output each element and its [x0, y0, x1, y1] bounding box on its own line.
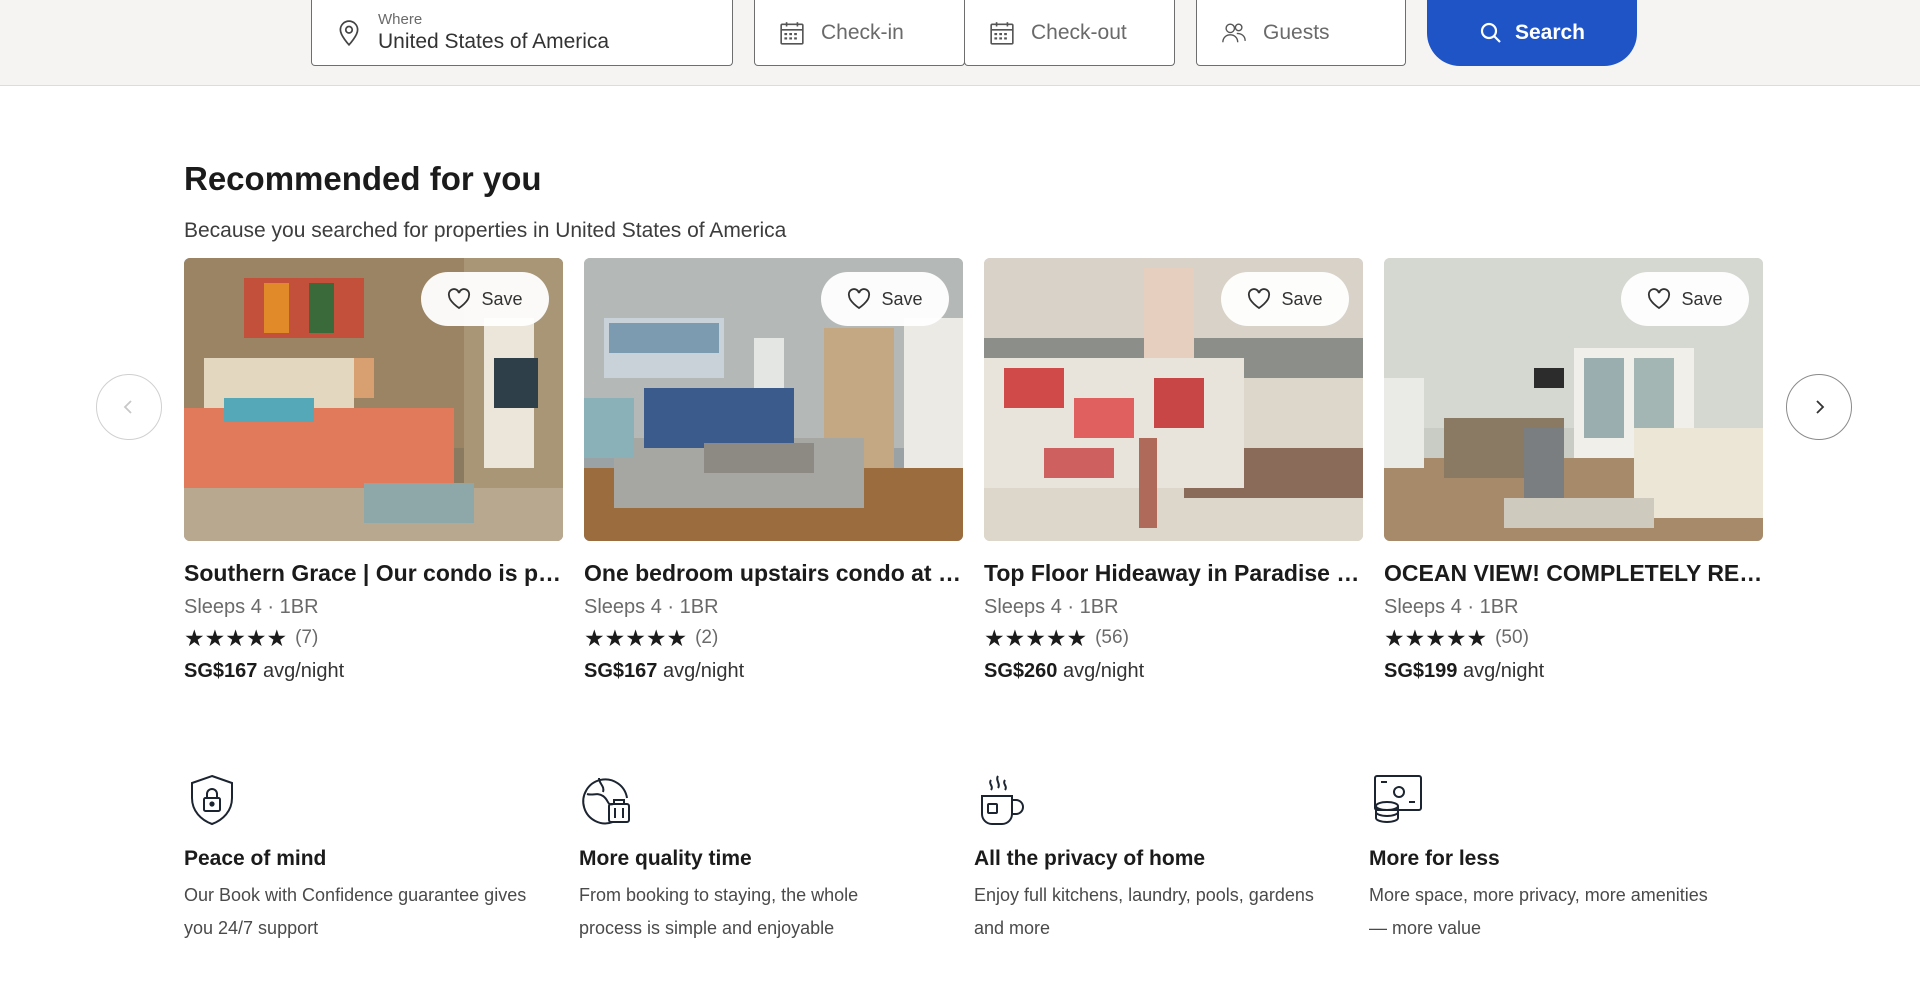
search-button[interactable]: Search — [1427, 0, 1637, 66]
benefit-description: More space, more privacy, more amenities… — [1369, 885, 1708, 938]
property-meta: Sleeps 4 · 1BR — [184, 596, 319, 618]
search-icon — [1480, 22, 1501, 43]
chevron-left-icon — [123, 400, 132, 414]
property-card[interactable]: Save Top Floor Hideaway in Paradise by t… — [984, 258, 1363, 684]
benefit-title: All the privacy of home — [974, 847, 1206, 870]
save-label: Save — [481, 288, 523, 309]
benefit-privacy: All the privacy of home Enjoy full kitch… — [974, 772, 1334, 945]
destination-label: Where — [378, 10, 423, 28]
checkin-field[interactable]: Check-in — [754, 0, 965, 66]
heart-icon — [848, 288, 871, 310]
benefit-title: More for less — [1369, 847, 1500, 870]
save-label: Save — [1681, 288, 1723, 309]
property-meta: Sleeps 4 · 1BR — [584, 596, 719, 618]
property-rating: ★★★★★ (56) — [984, 626, 1363, 650]
property-meta: Sleeps 4 · 1BR — [984, 596, 1119, 618]
property-carousel: Save Southern Grace | Our condo is perfe… — [184, 258, 1764, 698]
property-photo[interactable]: Save — [984, 258, 1363, 541]
save-button[interactable]: Save — [1221, 272, 1349, 326]
save-label: Save — [881, 288, 923, 309]
property-title[interactable]: Top Floor Hideaway in Paradise by the se… — [984, 558, 1363, 588]
price-suffix: avg/night — [262, 660, 345, 682]
benefit-title: Peace of mind — [184, 847, 327, 870]
benefit-description: Our Book with Confidence guarantee gives… — [184, 885, 527, 938]
price-amount: SG$260 — [984, 660, 1058, 682]
guests-placeholder: Guests — [1263, 20, 1330, 44]
save-button[interactable]: Save — [821, 272, 949, 326]
benefit-quality-time: More quality time From booking to stayin… — [579, 772, 939, 945]
property-rating: ★★★★★ (7) — [184, 626, 563, 650]
shield-lock-icon — [191, 774, 233, 826]
price-suffix: avg/night — [1062, 660, 1145, 682]
review-count: (50) — [1495, 627, 1529, 648]
property-rating: ★★★★★ (2) — [584, 626, 963, 650]
calendar-icon — [989, 19, 1015, 47]
save-button[interactable]: Save — [421, 272, 549, 326]
calendar-icon — [779, 19, 805, 47]
heart-icon — [1648, 288, 1671, 310]
checkin-placeholder: Check-in — [821, 20, 904, 44]
property-price: SG$167 avg/night — [584, 658, 963, 684]
heart-icon — [1248, 288, 1271, 310]
globe-suitcase-icon — [582, 777, 630, 825]
coffee-cup-icon — [981, 775, 1024, 825]
save-button[interactable]: Save — [1621, 272, 1749, 326]
checkout-field[interactable]: Check-out — [964, 0, 1175, 66]
review-count: (2) — [695, 627, 719, 648]
price-amount: SG$167 — [184, 660, 258, 682]
benefit-more-for-less: More for less More space, more privacy, … — [1369, 772, 1729, 945]
benefit-title: More quality time — [579, 847, 752, 870]
guests-field[interactable]: Guests — [1196, 0, 1406, 66]
property-title[interactable]: Southern Grace | Our condo is perfect — [184, 558, 563, 588]
price-amount: SG$199 — [1384, 660, 1458, 682]
benefit-description: Enjoy full kitchens, laundry, pools, gar… — [974, 885, 1314, 938]
heart-icon — [448, 288, 471, 310]
property-title[interactable]: One bedroom upstairs condo at the beach — [584, 558, 963, 588]
chevron-right-icon — [1816, 400, 1825, 414]
property-card[interactable]: Save Southern Grace | Our condo is perfe… — [184, 258, 563, 684]
search-button-label: Search — [1514, 21, 1586, 44]
carousel-prev-button[interactable] — [96, 374, 162, 440]
benefit-peace-of-mind: Peace of mind Our Book with Confidence g… — [184, 772, 544, 945]
money-coins-icon — [1374, 775, 1422, 824]
price-amount: SG$167 — [584, 660, 658, 682]
destination-field[interactable]: Where United States of America — [311, 0, 733, 66]
rating-stars: ★★★★★ — [584, 625, 688, 651]
rating-stars: ★★★★★ — [184, 625, 288, 651]
property-rating: ★★★★★ (50) — [1384, 626, 1763, 650]
property-meta: Sleeps 4 · 1BR — [1384, 596, 1519, 618]
destination-value[interactable]: United States of America — [378, 29, 609, 55]
property-title[interactable]: OCEAN VIEW! COMPLETELY REMODELED — [1384, 558, 1763, 588]
price-suffix: avg/night — [1462, 660, 1545, 682]
property-price: SG$199 avg/night — [1384, 658, 1763, 684]
property-photo[interactable]: Save — [1384, 258, 1763, 541]
review-count: (56) — [1095, 627, 1129, 648]
checkout-placeholder: Check-out — [1031, 20, 1127, 44]
section-subtitle: Because you searched for properties in U… — [184, 219, 787, 242]
search-bar: Where United States of America Check-in … — [0, 0, 1920, 86]
property-price: SG$260 avg/night — [984, 658, 1363, 684]
rating-stars: ★★★★★ — [984, 625, 1088, 651]
review-count: (7) — [295, 627, 319, 648]
location-pin-icon — [336, 19, 362, 47]
rating-stars: ★★★★★ — [1384, 625, 1488, 651]
benefit-description: From booking to staying, the whole proce… — [579, 885, 859, 938]
save-label: Save — [1281, 288, 1323, 309]
property-card[interactable]: Save One bedroom upstairs condo at the b… — [584, 258, 963, 684]
property-photo[interactable]: Save — [584, 258, 963, 541]
people-icon — [1221, 19, 1247, 47]
price-suffix: avg/night — [662, 660, 745, 682]
property-photo[interactable]: Save — [184, 258, 563, 541]
property-card[interactable]: Save OCEAN VIEW! COMPLETELY REMODELED Sl… — [1384, 258, 1763, 684]
carousel-next-button[interactable] — [1786, 374, 1852, 440]
property-price: SG$167 avg/night — [184, 658, 563, 684]
section-title: Recommended for you — [184, 160, 542, 197]
